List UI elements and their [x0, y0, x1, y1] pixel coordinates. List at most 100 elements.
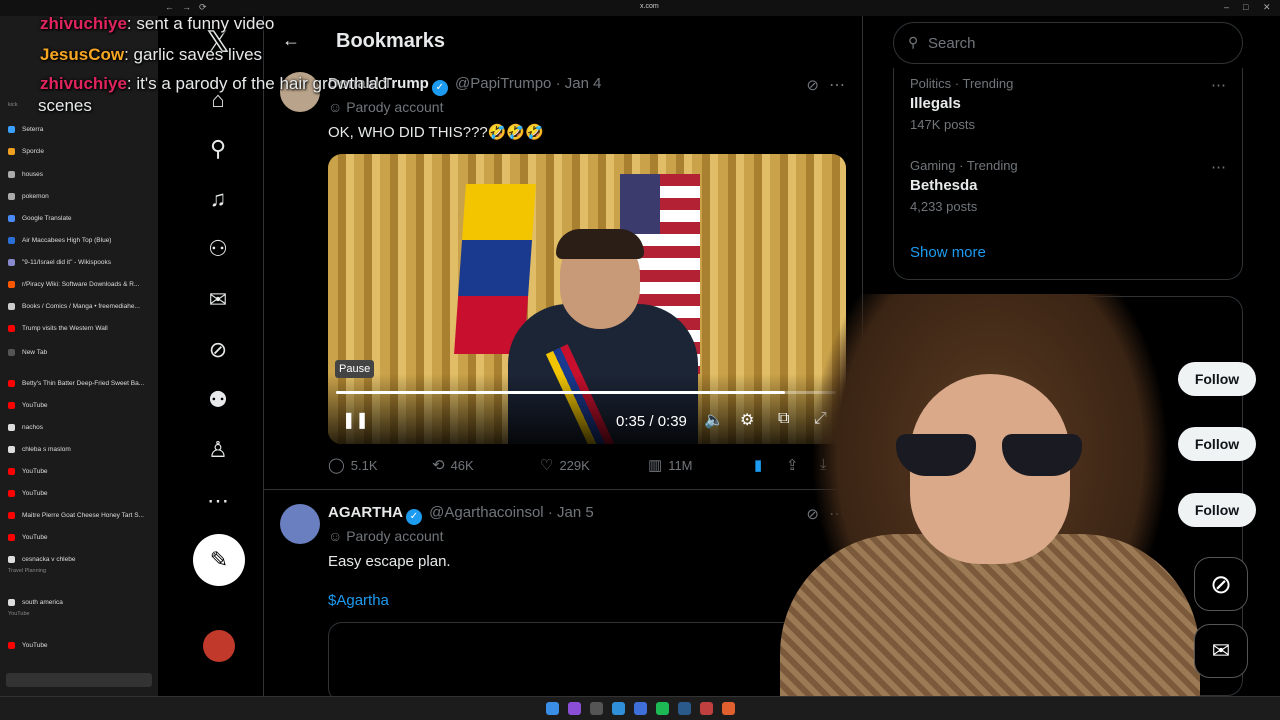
spotify-icon[interactable]	[656, 702, 669, 715]
browser-tab-item[interactable]: YouTube	[0, 635, 158, 655]
mask-icon: ☺	[328, 528, 347, 544]
cashtag-link[interactable]: $Agartha	[328, 592, 389, 609]
browser-tab-label: Seterra	[22, 125, 44, 133]
pause-tooltip: Pause	[335, 360, 375, 378]
tweet-date[interactable]: Jan 4	[565, 75, 602, 92]
edge-icon[interactable]	[612, 702, 625, 715]
media-mini-player[interactable]	[6, 673, 152, 687]
trend-item[interactable]: Politics · Trending Illegals 147K posts	[910, 76, 1013, 132]
page-header: ← Bookmarks	[264, 16, 862, 72]
favicon-icon	[8, 302, 15, 310]
browser-tab-item[interactable]: south america	[0, 592, 158, 612]
browser-tab-item[interactable]: houses	[0, 164, 158, 184]
trends-panel: Politics · Trending Illegals 147K posts …	[893, 68, 1243, 280]
browser-tab-item[interactable]: YouTube	[0, 483, 158, 503]
webcam-frame	[896, 434, 1086, 476]
chat-message: scenes	[38, 96, 92, 115]
grok-icon[interactable]: ⊘	[200, 332, 236, 368]
profile-icon[interactable]: ♙	[200, 432, 236, 468]
search-input[interactable]	[928, 33, 1228, 53]
account-avatar[interactable]	[203, 630, 235, 662]
favicon-icon	[8, 192, 15, 200]
search-icon[interactable]: ⚲	[200, 131, 236, 167]
browser-tab-item[interactable]: chleba s maslom	[0, 439, 158, 459]
more-options-icon[interactable]: ⋯	[1211, 158, 1226, 176]
trend-item[interactable]: Gaming · Trending Bethesda 4,233 posts	[910, 158, 1018, 214]
address-bar[interactable]: x.com	[640, 3, 659, 10]
windows-start-icon[interactable]	[546, 702, 559, 715]
settings-icon[interactable]: ⚙	[740, 410, 754, 430]
browser-tab-item[interactable]: pokemon	[0, 186, 158, 206]
close-icon[interactable]: ✕	[1263, 2, 1271, 13]
reload-icon[interactable]: ⟳	[199, 2, 207, 13]
messages-float-button[interactable]: ✉	[1194, 624, 1248, 678]
more-options-icon[interactable]: ⋯	[829, 75, 845, 95]
browser-tab-item[interactable]: cesnacka v chlebe	[0, 549, 158, 569]
tweet-date[interactable]: Jan 5	[557, 504, 594, 521]
browser-tab-label: YouTube	[22, 467, 48, 475]
taskbar	[0, 696, 1280, 720]
minimize-icon[interactable]: –	[1224, 2, 1229, 12]
grok-float-button[interactable]: ⊘	[1194, 557, 1248, 611]
notifications-icon[interactable]: ♫	[200, 181, 236, 217]
chat-username: JesusCow	[40, 45, 125, 64]
maximize-icon[interactable]: □	[1243, 2, 1248, 12]
parody-badge: ☺ Parody account	[328, 99, 444, 115]
browser-tab-item[interactable]: nachos	[0, 417, 158, 437]
app-icon[interactable]	[634, 702, 647, 715]
back-arrow-icon[interactable]: ←	[282, 30, 300, 51]
forward-icon[interactable]: →	[182, 2, 191, 12]
browser-tab-item[interactable]: Betty's Thin Batter Deep-Fried Sweet Ba.…	[0, 373, 158, 393]
browser-tab-label: YouTube	[22, 401, 48, 409]
browser-tab-item[interactable]: r/Piracy Wiki: Software Downloads & R...	[0, 274, 158, 294]
search-box[interactable]: ⚲	[893, 22, 1243, 64]
app-icon[interactable]	[590, 702, 603, 715]
browser-tab-item[interactable]: Books / Comics / Manga • freemediahe...	[0, 296, 158, 316]
favicon-icon	[8, 401, 15, 409]
avatar[interactable]	[280, 504, 320, 544]
grok-icon[interactable]: ⊘	[806, 76, 819, 94]
messages-icon[interactable]: ✉	[200, 282, 236, 318]
repost-button[interactable]: ⟲ 46K	[432, 456, 474, 474]
compose-post-button[interactable]: ✎	[193, 534, 245, 586]
browser-tab-item[interactable]: YouTube	[0, 527, 158, 547]
back-icon[interactable]: ←	[165, 2, 174, 12]
browser-tab-item[interactable]: Air Maccabees High Top (Blue)	[0, 230, 158, 250]
app-icon[interactable]	[700, 702, 713, 715]
browser-tab-item[interactable]: Google Translate	[0, 208, 158, 228]
app-icon[interactable]	[568, 702, 581, 715]
more-icon[interactable]: ⋯	[200, 483, 236, 519]
steam-icon[interactable]	[678, 702, 691, 715]
browser-tab-item[interactable]: "9-11/Israel did it" - Wikispooks	[0, 252, 158, 272]
favicon-icon	[8, 467, 15, 475]
browser-tab-item[interactable]: Trump visits the Western Wall	[0, 318, 158, 338]
favicon-icon	[8, 641, 15, 649]
browser-tab-item[interactable]: YouTube	[0, 461, 158, 481]
favicon-icon	[8, 348, 15, 356]
communities-icon[interactable]: ⚉	[200, 382, 236, 418]
pause-icon[interactable]: ❚❚	[342, 410, 369, 430]
browser-tab-item[interactable]: Seterra	[0, 119, 158, 139]
chat-line: scenes	[38, 96, 92, 116]
browser-tab-item[interactable]: Sporcle	[0, 141, 158, 161]
views-button[interactable]: ▥ 11M	[648, 456, 693, 474]
author-name[interactable]: AGARTHA	[328, 504, 403, 521]
parody-badge: ☺ Parody account	[328, 528, 444, 544]
author-handle[interactable]: @Agarthacoinsol	[429, 504, 543, 521]
volume-icon[interactable]: 🔈	[704, 410, 724, 430]
author-handle[interactable]: @PapiTrumpo	[455, 75, 551, 92]
browser-tab-item[interactable]: YouTube	[0, 395, 158, 415]
browser-tab-item[interactable]: Maitre Pierre Goat Cheese Honey Tart S..…	[0, 505, 158, 525]
heart-icon: ♡	[540, 457, 554, 474]
more-options-icon[interactable]: ⋯	[1211, 76, 1226, 94]
favicon-icon	[8, 280, 15, 288]
repost-icon: ⟲	[432, 457, 445, 474]
app-icon[interactable]	[722, 702, 735, 715]
follow-icon[interactable]: ⚇	[200, 231, 236, 267]
reply-button[interactable]: ◯ 5.1K	[328, 456, 378, 474]
favicon-icon	[8, 214, 15, 222]
browser-tab-item[interactable]: New Tab	[0, 342, 158, 362]
browser-tab-sidebar: kick Travel Planning YouTube Seterra Spor…	[0, 16, 158, 696]
like-button[interactable]: ♡ 229K	[540, 456, 590, 474]
show-more-link[interactable]: Show more	[910, 244, 986, 261]
